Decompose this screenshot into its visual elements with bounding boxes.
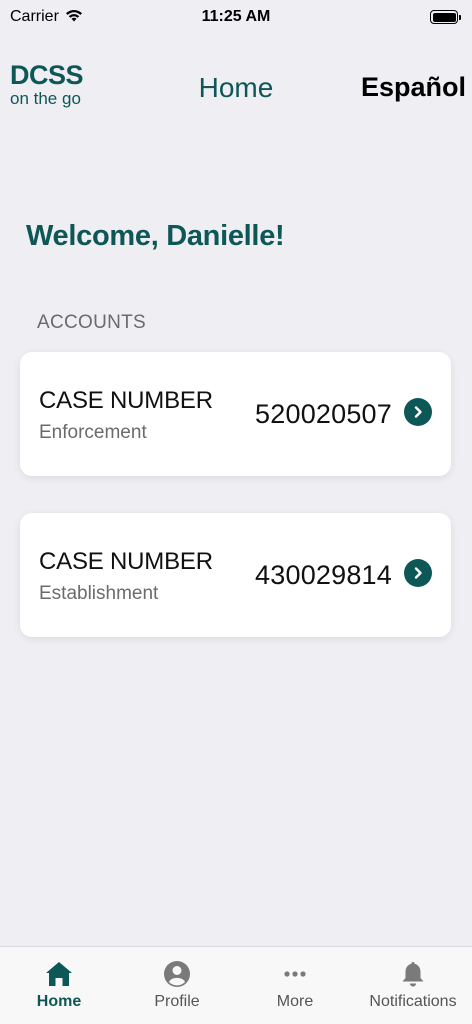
wifi-icon <box>65 8 83 27</box>
tab-home[interactable]: Home <box>0 947 118 1024</box>
carrier-label: Carrier <box>10 8 59 25</box>
profile-icon <box>162 959 192 989</box>
case-type: Establishment <box>39 583 159 604</box>
tab-bar: Home Profile More Notifications <box>0 946 472 1024</box>
tab-label: Profile <box>154 993 200 1010</box>
tab-label: Notifications <box>369 993 457 1010</box>
tab-notifications[interactable]: Notifications <box>354 947 472 1024</box>
dcss-logo: DCSS on the go <box>10 60 84 108</box>
logo-sub-text: on the go <box>10 89 81 108</box>
status-bar: Carrier 11:25 AM <box>0 0 472 34</box>
tab-more[interactable]: More <box>236 947 354 1024</box>
case-number-value: 520020507 <box>255 399 392 429</box>
more-icon <box>280 959 310 989</box>
case-number-label: CASE NUMBER <box>39 387 213 414</box>
bell-icon <box>398 959 428 989</box>
tab-label: More <box>276 993 314 1010</box>
account-card[interactable]: CASE NUMBER Establishment 430029814 <box>20 513 451 637</box>
battery-icon <box>430 10 461 24</box>
home-icon <box>44 959 74 989</box>
language-toggle-button[interactable]: Español <box>361 72 466 103</box>
chevron-right-icon[interactable] <box>404 398 432 426</box>
chevron-right-icon[interactable] <box>404 559 432 587</box>
status-left: Carrier <box>10 8 83 27</box>
welcome-heading: Welcome, Danielle! <box>26 220 285 252</box>
case-number-value: 430029814 <box>255 560 392 590</box>
case-type: Enforcement <box>39 422 147 443</box>
logo-main-text: DCSS <box>10 60 84 90</box>
app-header: DCSS on the go Home Español <box>0 50 472 130</box>
tab-label: Home <box>36 993 82 1010</box>
case-number-label: CASE NUMBER <box>39 548 213 575</box>
account-card[interactable]: CASE NUMBER Enforcement 520020507 <box>20 352 451 476</box>
tab-profile[interactable]: Profile <box>118 947 236 1024</box>
accounts-section-label: ACCOUNTS <box>37 312 147 333</box>
